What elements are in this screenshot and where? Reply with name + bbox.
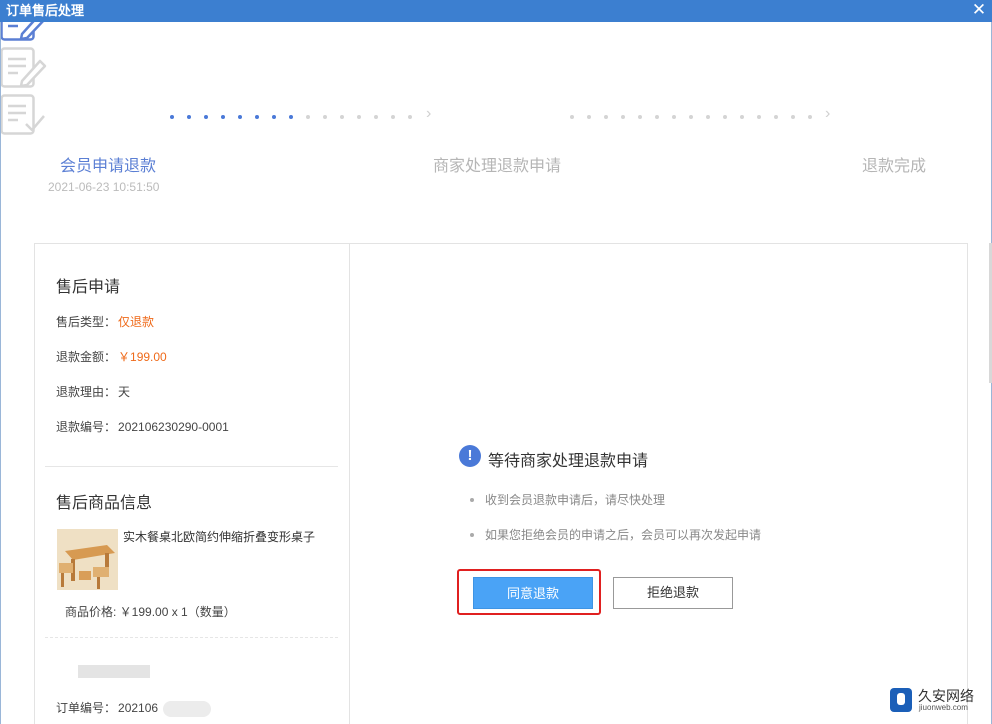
bullet-dot [470,532,474,537]
step-merchant-process: 商家处理退款申请 [0,47,992,175]
after-sale-type-label: 售后类型： [56,315,117,329]
refund-amount-label: 退款金额： [56,350,117,364]
notice-title: 等待商家处理退款申请 [488,453,649,470]
step-label-refund-complete: 退款完成 [862,158,927,175]
watermark: 久安网络 jiuonweb.com [888,686,988,716]
refund-amount-value: ￥199.00 [118,350,167,364]
refund-number-row: 退款编号： 202106230290-0001 [56,418,229,435]
divider [45,637,338,638]
document-check-icon [0,94,45,135]
refund-number-label: 退款编号： [56,420,117,434]
after-sale-heading: 售后申请 [56,279,121,296]
refund-number-value: 202106230290-0001 [118,420,229,434]
document-edit-icon [0,47,47,88]
step-label-merchant-process: 商家处理退款申请 [433,158,562,175]
close-icon[interactable]: ✕ [970,0,988,22]
product-name: 实木餐桌北欧简约伸缩折叠变形桌子 [123,530,316,544]
watermark-logo-icon [890,688,912,712]
step-time-member-apply: 2021-06-23 10:51:50 [48,180,160,194]
notice-bullet-text: 如果您拒绝会员的申请之后，会员可以再次发起申请 [485,528,762,542]
after-sale-type-row: 售后类型： 仅退款 [56,313,154,330]
order-number-value: 202106 [118,701,159,715]
step-connector-1 [170,115,425,119]
notice-bullet: 如果您拒绝会员的申请之后，会员可以再次发起申请 [470,526,761,543]
info-icon: ! [459,445,481,467]
reject-refund-button[interactable]: 拒绝退款 [613,577,733,609]
step-refund-complete: 退款完成 [0,94,992,175]
after-sale-panel: 售后申请 售后类型： 仅退款 退款金额： ￥199.00 退款理由：天 退款编号： 2… [34,243,968,724]
redacted-text [163,701,211,717]
product-price: 商品价格: ￥199.00 x 1（数量） [65,605,236,619]
title-bar: 订单售后处理 ✕ [0,0,992,22]
notice-bullet-text: 收到会员退款申请后，请尽快处理 [485,493,666,507]
refund-amount-row: 退款金额： ￥199.00 [56,348,167,365]
bullet-dot [470,497,474,502]
redacted-text [78,665,150,678]
order-number-label: 订单编号： [56,701,117,715]
product-thumbnail [57,529,118,590]
window-title: 订单售后处理 [6,3,85,18]
agree-refund-button[interactable]: 同意退款 [473,577,593,609]
after-sale-info-column: 售后申请 售后类型： 仅退款 退款金额： ￥199.00 退款理由：天 退款编号： 2… [35,244,350,724]
watermark-subtext: jiuonweb.com [919,703,968,712]
refund-reason-label: 退款理由： [56,385,117,399]
notice-bullet: 收到会员退款申请后，请尽快处理 [470,491,665,508]
refund-reason-value: 天 [118,385,131,399]
step-connector-2 [570,115,825,119]
divider [45,466,338,467]
product-heading: 售后商品信息 [56,495,153,512]
step-label-member-apply: 会员申请退款 [60,158,157,175]
after-sale-type-value: 仅退款 [118,315,155,329]
refund-reason-row: 退款理由：天 [56,383,130,400]
order-number-row: 订单编号： 202106 [56,699,158,716]
chevron-right-icon: › [825,105,831,122]
chevron-right-icon: › [426,105,432,122]
